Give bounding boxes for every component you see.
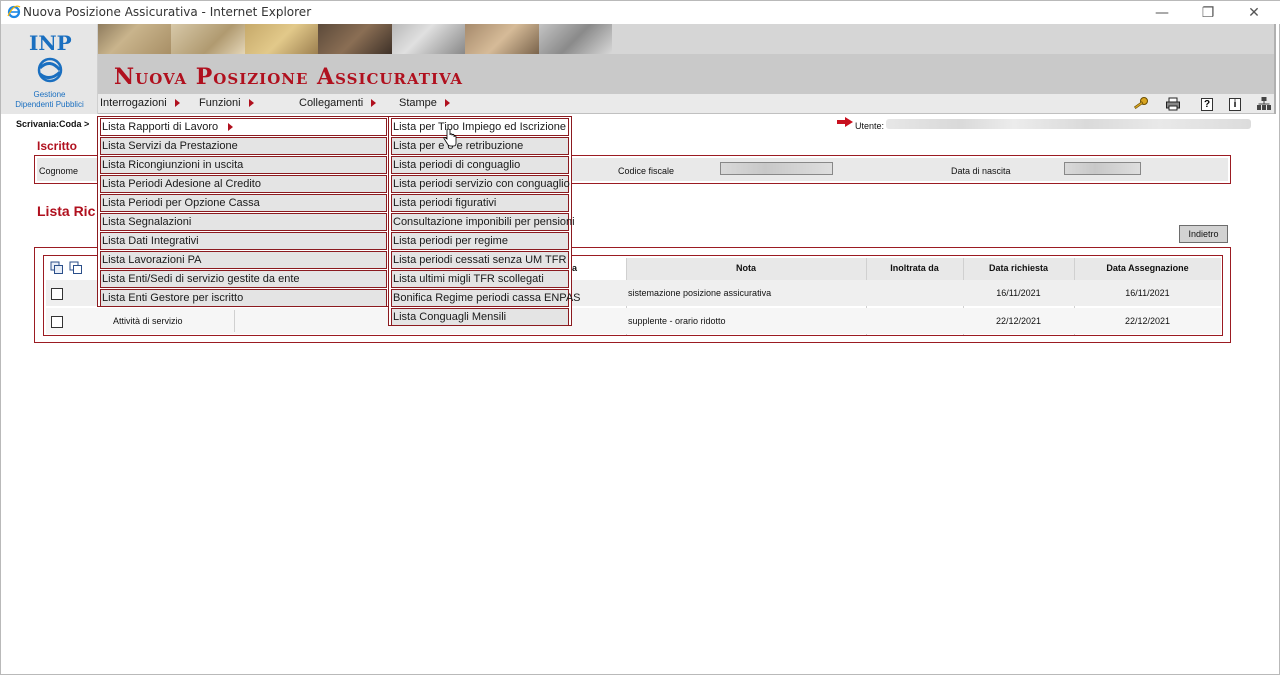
minimize-button[interactable]: — [1139,1,1185,24]
menu-item-lista-enti-gestore[interactable]: Lista Enti Gestore per iscritto [100,289,387,307]
cell-tipo: Attività di servizio [113,316,183,326]
submenu-item-cessati-um-tfr[interactable]: Lista periodi cessati senza UM TFR [391,251,569,269]
col-inoltrata: Inoltrata da [890,263,939,273]
scrollbar[interactable] [1274,24,1276,114]
menu-label: Interrogazioni [100,97,167,109]
key-icon[interactable] [1133,96,1149,112]
select-all-icon[interactable] [50,261,64,275]
submenu-item-conguagli-mensili[interactable]: Lista Conguagli Mensili [391,308,569,326]
arrow-right-icon [444,99,450,108]
back-button[interactable]: Indietro [1179,225,1228,243]
col-nota: Nota [736,263,756,273]
window-title: Nuova Posizione Assicurativa - Internet … [23,5,312,19]
cognome-label: Cognome [39,166,79,176]
menu-collegamenti[interactable]: Collegamenti [299,97,377,109]
arrow-right-icon [228,123,234,132]
menu-stampe[interactable]: Stampe [399,97,450,109]
arrow-right-icon [837,117,853,127]
row-checkbox[interactable] [51,316,63,328]
codice-fiscale-value [720,162,833,175]
menu-item-lista-periodi-opzione[interactable]: Lista Periodi per Opzione Cassa [100,194,387,212]
close-button[interactable]: ✕ [1231,1,1277,24]
menu-item-lista-dati-integrativi[interactable]: Lista Dati Integrativi [100,232,387,250]
deselect-all-icon[interactable] [69,261,83,275]
data-nascita-label: Data di nascita [951,166,1011,176]
data-nascita-value [1064,162,1141,175]
menu-interrogazioni[interactable]: Interrogazioni [100,97,180,109]
info-icon[interactable]: i [1229,98,1241,111]
column-divider [234,310,235,332]
cell-data-richiesta: 16/11/2021 [996,288,1041,298]
cell-nota: sistemazione posizione assicurativa [628,288,772,298]
submenu-item-periodi-conguaglio[interactable]: Lista periodi di conguaglio [391,156,569,174]
menu-label: Collegamenti [299,97,364,109]
cell-data-assegnazione: 22/12/2021 [1124,316,1171,326]
user-name-redacted [886,119,1251,129]
app-banner: Nuova Posizione Assicurativa [98,54,1274,94]
arrow-right-icon [371,99,377,108]
sitemap-icon[interactable] [1256,96,1272,112]
menu-item-lista-ricongiunzioni[interactable]: Lista Ricongiunzioni in uscita [100,156,387,174]
menu-bar: Interrogazioni Funzioni Collegamenti Sta… [98,94,1274,114]
submenu-item-bonifica-enpas[interactable]: Bonifica Regime periodi cassa ENPAS [391,289,581,307]
menu-label: Stampe [399,97,437,109]
cell-nota: supplente - orario ridotto [628,316,726,326]
header-gray-strip [612,24,1274,54]
menu-item-lista-servizi-prestazione[interactable]: Lista Servizi da Prestazione [100,137,387,155]
interrogazioni-dropdown: Lista Rapporti di Lavoro Lista Servizi d… [97,116,390,307]
help-icon[interactable]: ? [1201,98,1213,111]
col-data-richiesta: Data richiesta [988,263,1049,273]
app-title: Nuova Posizione Assicurativa [114,64,464,90]
row-checkbox[interactable] [51,288,63,300]
inps-logo: INPS [29,31,73,83]
menu-item-lista-enti-sedi[interactable]: Lista Enti/Sedi di servizio gestite da e… [100,270,387,288]
svg-text:INPS: INPS [29,31,73,55]
logo-caption-line1: Gestione [33,90,66,99]
menu-item-lista-lavorazioni-pa[interactable]: Lista Lavorazioni PA [100,251,387,269]
maximize-button[interactable]: ❐ [1185,1,1231,24]
submenu-item-servizio-conguaglio[interactable]: Lista periodi servizio con conguaglio [391,175,570,193]
menu-item-label: Lista Rapporti di Lavoro [102,121,219,133]
breadcrumb[interactable]: Scrivania:Coda > [16,119,89,129]
table-row[interactable]: Attività di servizio supplente - orario … [46,308,1221,334]
header-photo-strip [98,24,612,54]
submenu-item-ultimi-migli-tfr[interactable]: Lista ultimi migli TFR scollegati [391,270,569,288]
logo-caption: Gestione Dipendenti Pubblici [1,90,98,110]
lista-title: Lista Ric [37,203,96,219]
inps-logo-block: INPS Gestione Dipendenti Pubblici [1,24,98,114]
printer-icon[interactable] [1165,96,1181,112]
arrow-right-icon [248,99,254,108]
codice-fiscale-label: Codice fiscale [618,166,675,176]
internet-explorer-icon [7,5,21,19]
title-bar: Nuova Posizione Assicurativa - Internet … [1,1,1280,24]
menu-label: Funzioni [199,97,241,109]
submenu-item-imponibili-pensioni[interactable]: Consultazione imponibili per pensioni [391,213,575,231]
arrow-right-icon [174,99,180,108]
col-data-assegnazione: Data Assegnazione [1106,263,1189,273]
hand-cursor-icon [443,129,457,147]
submenu-item-periodi-regime[interactable]: Lista periodi per regime [391,232,569,250]
cell-data-richiesta: 22/12/2021 [995,316,1042,326]
user-label: Utente: [855,121,885,131]
submenu-item-periodi-figurativi[interactable]: Lista periodi figurativi [391,194,569,212]
submenu-item-ente-retribuzione[interactable]: Lista per e o e retribuzione [391,137,569,155]
menu-item-lista-periodi-adesione[interactable]: Lista Periodi Adesione al Credito [100,175,387,193]
browser-window: Nuova Posizione Assicurativa - Internet … [0,0,1280,675]
cell-data-assegnazione: 16/11/2021 [1125,288,1170,298]
submenu-item-tipo-impiego[interactable]: Lista per Tipo Impiego ed Iscrizione [391,118,569,136]
menu-item-lista-rapporti-lavoro[interactable]: Lista Rapporti di Lavoro [100,118,387,136]
rapporti-lavoro-submenu: Lista per Tipo Impiego ed Iscrizione Lis… [388,116,581,326]
logo-caption-line2: Dipendenti Pubblici [15,100,84,109]
iscritto-title: Iscritto [37,139,78,153]
menu-item-lista-segnalazioni[interactable]: Lista Segnalazioni [100,213,387,231]
menu-funzioni[interactable]: Funzioni [199,97,254,109]
